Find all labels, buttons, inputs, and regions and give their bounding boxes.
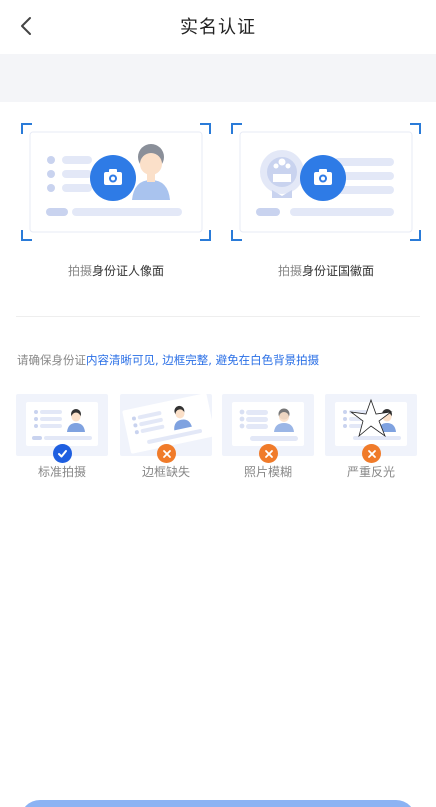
close-icon: [157, 444, 176, 463]
submit-button[interactable]: [20, 800, 416, 807]
sample-label: 照片模糊: [243, 465, 292, 479]
caption-main: 身份证国徽面: [302, 264, 375, 278]
check-icon: [53, 444, 72, 463]
caption-prefix: 拍摄: [277, 264, 302, 278]
tips-highlight: 内容清晰可见, 边框完整, 避免在白色背景拍摄: [86, 353, 320, 367]
header-spacer: [0, 54, 436, 102]
page-title: 实名认证: [180, 17, 256, 38]
front-caption: 拍摄身份证人像面: [16, 262, 216, 279]
sample-standard: [16, 394, 108, 463]
id-back-upload-card[interactable]: [230, 122, 422, 242]
sample-missing-border: [120, 394, 212, 463]
photo-tips-text: 请确保身份证内容清晰可见, 边框完整, 避免在白色背景拍摄: [17, 352, 319, 368]
sample-glare: [325, 394, 417, 463]
sample-blurry: [222, 394, 314, 463]
close-icon: [362, 444, 381, 463]
divider: [16, 316, 420, 317]
top-bar: 实名认证: [0, 0, 436, 54]
caption-prefix: 拍摄: [67, 264, 92, 278]
back-caption: 拍摄身份证国徽面: [226, 262, 426, 279]
sample-label: 标准拍摄: [37, 465, 86, 479]
caption-main: 身份证人像面: [92, 264, 165, 278]
sample-label: 边框缺失: [141, 465, 190, 479]
sample-label: 严重反光: [346, 465, 395, 479]
id-front-upload-card[interactable]: [20, 122, 212, 242]
close-icon: [259, 444, 278, 463]
tips-prefix: 请确保身份证: [17, 353, 86, 367]
